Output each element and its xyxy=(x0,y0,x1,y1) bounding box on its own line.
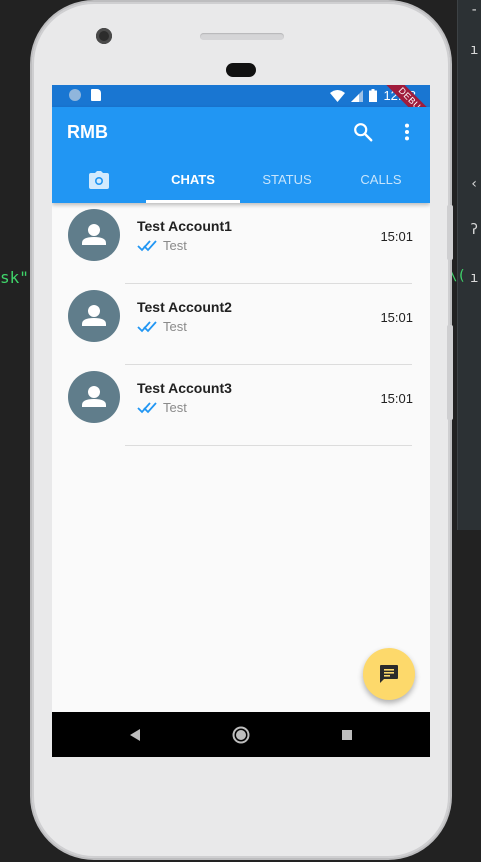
tab-camera[interactable] xyxy=(52,157,146,203)
sync-icon xyxy=(69,89,81,101)
battery-icon xyxy=(369,89,378,102)
divider xyxy=(125,445,412,446)
app-bar: RMB CHATS STATUS CALLS xyxy=(52,107,430,203)
ide-glyph: ı xyxy=(470,270,479,286)
chat-time: 15:01 xyxy=(380,229,413,244)
sd-card-icon xyxy=(91,89,101,101)
chat-list-item[interactable]: Test Account2 Test 15:01 xyxy=(52,284,430,365)
home-icon[interactable] xyxy=(230,724,252,746)
app-title: RMB xyxy=(67,122,108,142)
search-icon[interactable] xyxy=(352,121,374,143)
chat-time: 15:01 xyxy=(380,391,413,406)
avatar xyxy=(68,290,120,342)
signal-icon xyxy=(351,89,364,102)
recents-icon[interactable] xyxy=(336,724,358,746)
avatar xyxy=(68,209,120,261)
more-vert-icon[interactable] xyxy=(401,121,413,143)
person-icon xyxy=(82,224,106,245)
chat-last-message: Test xyxy=(163,400,187,415)
chat-last-message: Test xyxy=(163,319,187,334)
ide-glyph: - xyxy=(470,2,479,18)
tab-chats[interactable]: CHATS xyxy=(146,157,240,203)
chat-name: Test Account1 xyxy=(137,218,232,234)
chat-name: Test Account2 xyxy=(137,299,232,315)
ide-glyph: ı xyxy=(470,42,479,58)
tab-status[interactable]: STATUS xyxy=(240,157,334,203)
ide-code-fragment-right: \( xyxy=(449,268,466,284)
tab-bar: CHATS STATUS CALLS xyxy=(52,157,430,203)
earpiece xyxy=(226,63,256,77)
top-speaker xyxy=(200,33,284,40)
chat-name: Test Account3 xyxy=(137,380,232,396)
camera-icon xyxy=(89,171,109,189)
person-icon xyxy=(82,386,106,407)
chat-time: 15:01 xyxy=(380,310,413,325)
chat-last-message: Test xyxy=(163,238,187,253)
ide-glyph: ‹ xyxy=(470,176,479,192)
volume-button[interactable] xyxy=(447,205,453,260)
power-button[interactable] xyxy=(447,325,453,420)
person-icon xyxy=(82,305,106,326)
avatar xyxy=(68,371,120,423)
chat-list-item[interactable]: Test Account3 Test 15:01 xyxy=(52,365,430,446)
double-check-icon xyxy=(137,401,157,413)
chat-list-item[interactable]: Test Account1 Test 15:01 xyxy=(52,203,430,284)
ide-right-panel: - ı ‹ ʔ ı xyxy=(457,0,481,530)
message-icon xyxy=(380,665,398,683)
chat-list: Test Account1 Test 15:01 Test Account2 T… xyxy=(52,203,430,446)
tab-calls[interactable]: CALLS xyxy=(334,157,428,203)
navigation-bar xyxy=(52,712,430,757)
front-camera xyxy=(96,28,112,44)
double-check-icon xyxy=(137,320,157,332)
status-bar: 12:28 DEBUG xyxy=(52,85,430,135)
phone-screen: 12:28 DEBUG RMB CHATS STATUS CALLS xyxy=(52,85,430,757)
new-message-fab[interactable] xyxy=(363,648,415,700)
ide-glyph: ʔ xyxy=(470,222,479,238)
double-check-icon xyxy=(137,239,157,251)
back-icon[interactable] xyxy=(124,724,146,746)
wifi-icon xyxy=(330,89,346,102)
